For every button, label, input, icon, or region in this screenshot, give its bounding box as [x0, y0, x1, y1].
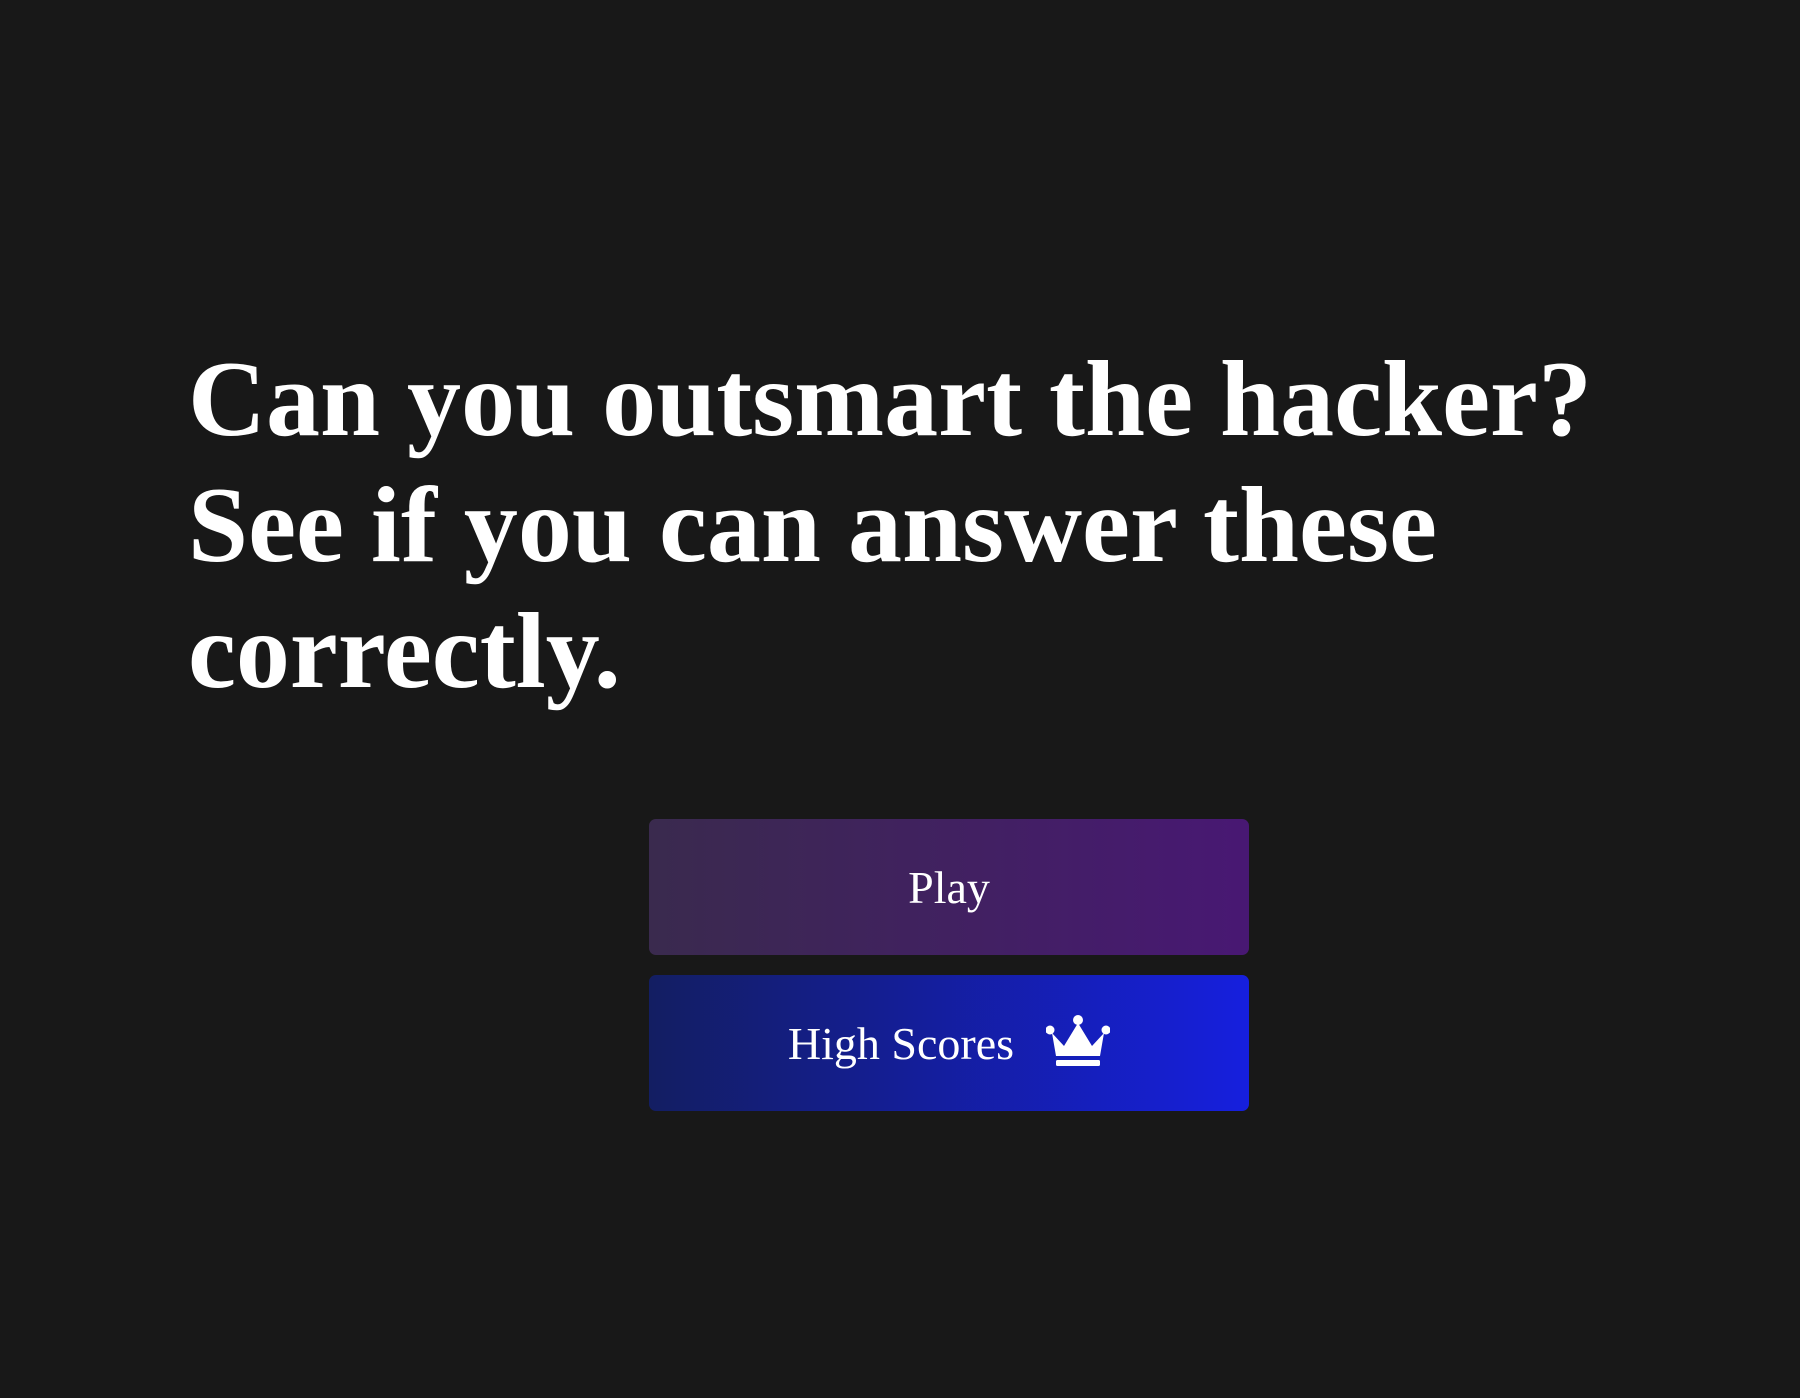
start-screen: Can you outsmart the hacker? See if you … — [0, 0, 1800, 1398]
play-button-label: Play — [908, 861, 990, 913]
high-scores-button-label: High Scores — [787, 1017, 1015, 1069]
high-scores-button[interactable]: High Scores — [649, 975, 1249, 1111]
play-button[interactable]: Play — [649, 819, 1249, 955]
page-title: Can you outsmart the hacker? See if you … — [188, 340, 1592, 711]
menu-buttons: Play High Scores — [649, 819, 1249, 1111]
crown-icon — [1045, 1014, 1111, 1068]
